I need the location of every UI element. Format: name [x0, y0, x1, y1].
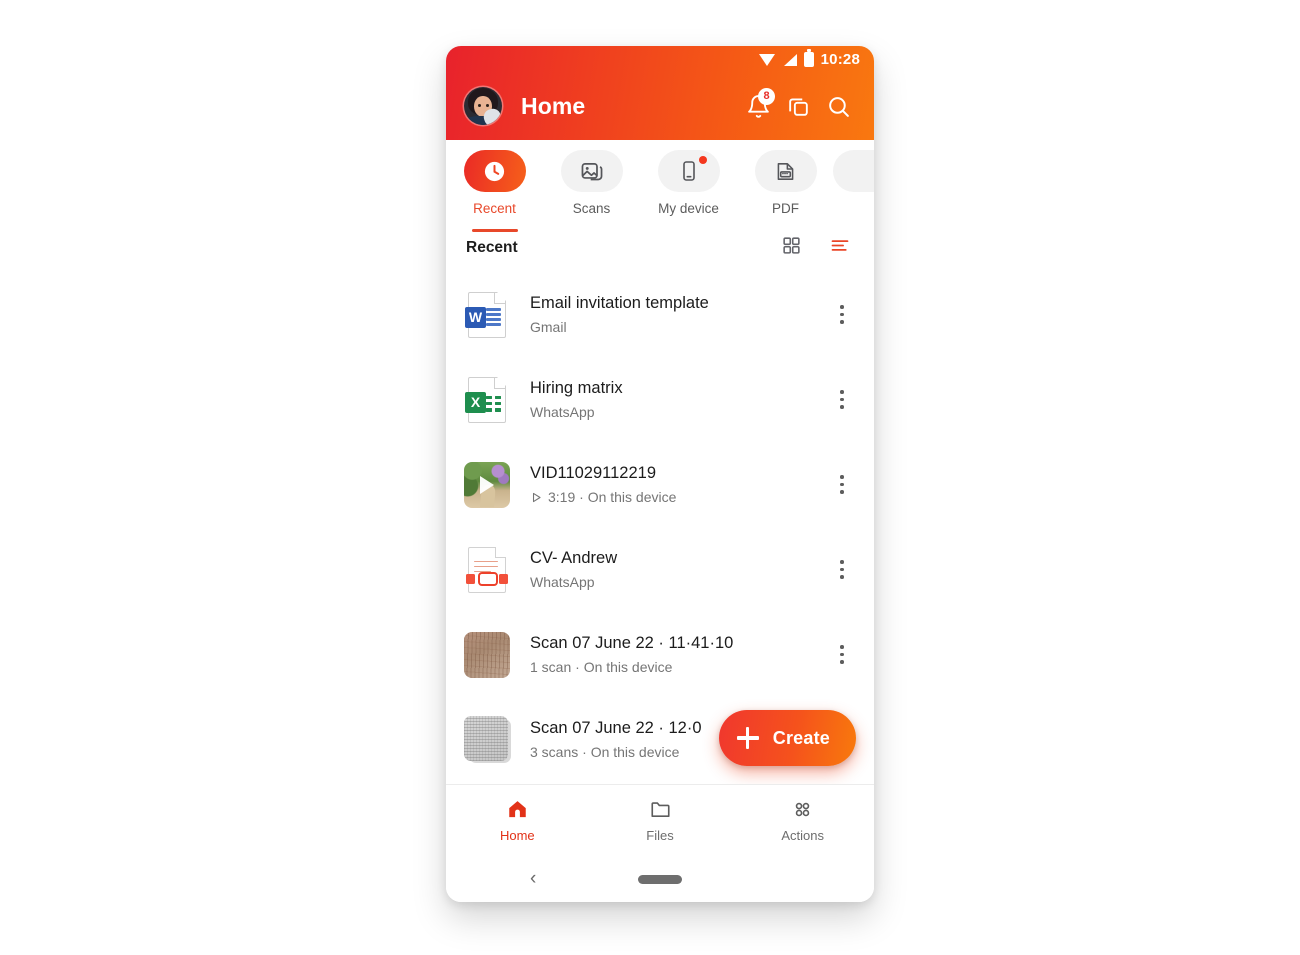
scan-thumbnail: [464, 630, 510, 680]
sort-icon: [831, 240, 849, 251]
tab-my-device[interactable]: My device: [640, 150, 737, 226]
signal-icon: [783, 53, 797, 66]
word-document-icon: W: [464, 290, 510, 340]
grid-view-icon: [783, 237, 800, 254]
file-subtitle: 3 scans · On this device: [530, 744, 680, 760]
tab-my-device-label: My device: [658, 201, 719, 216]
play-small-icon: [532, 492, 541, 502]
my-device-badge-dot: [698, 156, 707, 164]
notifications-button[interactable]: 8: [738, 86, 778, 126]
tab-pdf-icon-pill: [754, 150, 817, 192]
table-row[interactable]: CV- Andrew WhatsApp: [446, 527, 874, 612]
search-button[interactable]: [818, 86, 858, 126]
home-pill-indicator[interactable]: [638, 874, 682, 884]
tab-scans[interactable]: Scans: [543, 150, 640, 226]
category-tabs: Recent Scans My device PDF: [446, 140, 874, 232]
nav-item-home[interactable]: Home: [446, 798, 589, 843]
grid-view-button[interactable]: [781, 235, 802, 261]
file-name: CV- Andrew: [530, 549, 618, 567]
file-name: Email invitation template: [530, 294, 709, 312]
phone-frame: 10:28 Home 8 Recent Scans My device PDF …: [446, 46, 874, 902]
tab-scans-icon-pill: [560, 150, 623, 192]
create-button[interactable]: Create: [718, 710, 856, 766]
tab-more-partial[interactable]: [833, 150, 874, 226]
excel-document-icon: X: [464, 375, 510, 425]
file-name: VID11029112219: [530, 464, 656, 482]
row-overflow-menu-button[interactable]: [828, 635, 856, 675]
file-subtitle: Gmail: [530, 319, 567, 335]
file-list: W Email invitation template Gmail X Hiri…: [446, 266, 874, 782]
list-header-title: Recent: [466, 239, 518, 256]
table-row[interactable]: Scan 07 June 22 · 11·41·10 1 scan · On t…: [446, 612, 874, 697]
clock-icon: [484, 161, 505, 181]
create-button-label: Create: [772, 727, 830, 748]
status-bar: 10:28: [446, 46, 874, 72]
wifi-icon: [758, 53, 776, 66]
file-name: Scan 07 June 22 · 11·41·10: [530, 634, 734, 652]
system-navigation-bar: ‹: [446, 856, 874, 902]
status-bar-clock: 10:28: [820, 50, 860, 68]
back-chevron-icon[interactable]: ‹: [530, 868, 536, 890]
nav-item-home-label: Home: [499, 828, 535, 843]
play-icon: [480, 475, 494, 494]
row-overflow-menu-button[interactable]: [828, 380, 856, 420]
tab-scans-label: Scans: [572, 201, 611, 216]
nav-item-files-label: Files: [646, 828, 674, 843]
table-row[interactable]: X Hiring matrix WhatsApp: [446, 357, 874, 442]
row-overflow-menu-button[interactable]: [828, 295, 856, 335]
nav-item-actions[interactable]: Actions: [731, 798, 874, 843]
table-row[interactable]: W Email invitation template Gmail: [446, 272, 874, 357]
notification-badge: 8: [758, 88, 775, 105]
tab-recent-icon-pill: [463, 150, 526, 192]
screenshot-canvas: 10:28 Home 8 Recent Scans My device PDF …: [0, 0, 1300, 955]
tab-more-icon-pill: [833, 150, 874, 192]
tab-pdf[interactable]: PDF: [737, 150, 834, 226]
app-bar: Home 8: [446, 72, 874, 140]
page-title: Home: [521, 92, 586, 119]
tab-my-device-icon-pill: [657, 150, 720, 192]
nav-item-files[interactable]: Files: [589, 798, 732, 843]
pdf-icon: [777, 162, 794, 180]
search-icon: [828, 96, 849, 117]
plus-icon: [736, 727, 759, 749]
home-icon: [509, 801, 526, 818]
nav-item-actions-label: Actions: [781, 828, 824, 843]
image-icon: [581, 162, 602, 181]
tab-pdf-label: PDF: [772, 201, 799, 216]
video-thumbnail: [464, 460, 510, 510]
sort-button[interactable]: [828, 235, 852, 261]
folder-icon: [650, 802, 670, 818]
scan-stack-thumbnail: [464, 715, 511, 765]
tab-recent[interactable]: Recent: [446, 150, 543, 232]
file-subtitle: 3:19 · On this device: [548, 489, 677, 505]
table-row[interactable]: VID11029112219 3:19 · On this device: [446, 442, 874, 527]
bottom-navigation: Home Files Actions: [446, 784, 874, 856]
pdf-document-icon: [464, 545, 510, 595]
row-overflow-menu-button[interactable]: [828, 465, 856, 505]
file-subtitle: WhatsApp: [530, 404, 595, 420]
app-header: 10:28 Home 8: [446, 46, 874, 140]
tab-recent-label: Recent: [473, 201, 516, 216]
file-subtitle: 1 scan · On this device: [530, 659, 673, 675]
battery-icon: [803, 49, 814, 67]
file-subtitle: WhatsApp: [530, 574, 595, 590]
actions-icon: [795, 802, 810, 817]
copy-stack-button[interactable]: [778, 86, 818, 126]
row-overflow-menu-button[interactable]: [828, 550, 856, 590]
avatar[interactable]: [464, 87, 502, 125]
list-header: Recent: [446, 226, 874, 266]
phone-icon: [682, 161, 695, 181]
copy-stack-icon: [788, 97, 808, 116]
file-name: Hiring matrix: [530, 379, 623, 397]
tab-active-underline: [471, 229, 518, 232]
